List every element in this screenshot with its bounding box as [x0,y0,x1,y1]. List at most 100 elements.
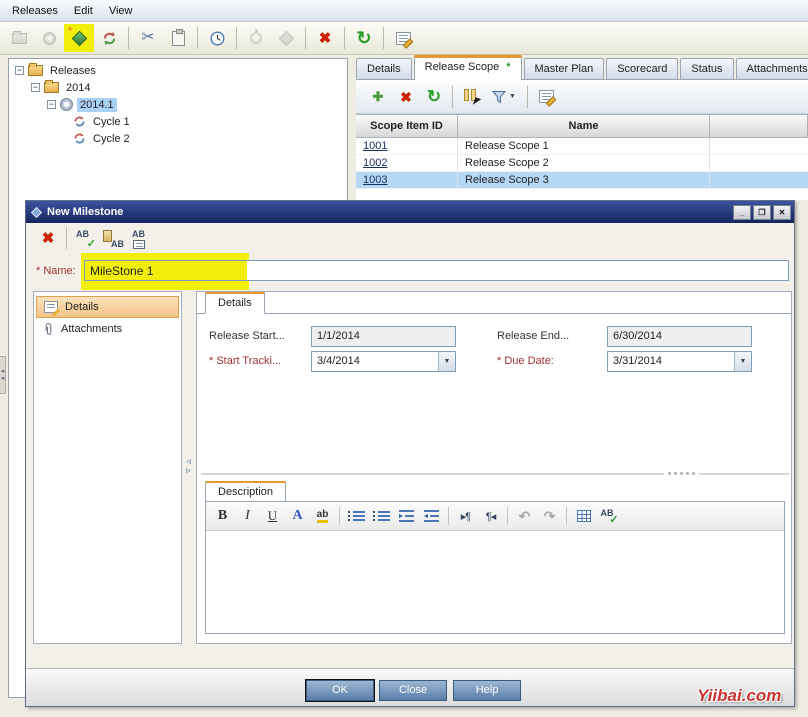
start-tracking-row: * Start Tracki... 3/4/2014 ▼ [209,350,456,372]
numbered-list-button[interactable] [369,504,394,528]
tree-label-selected: 2014.1 [77,98,117,112]
refresh-scope-button[interactable]: ↻ [420,84,448,110]
tree-item-cycle-1[interactable]: Cycle 1 [9,113,347,130]
bold-button[interactable]: B [210,504,235,528]
bullet-list-button[interactable] [344,504,369,528]
tab-status[interactable]: Status [680,58,733,79]
milestone-name-input[interactable]: MileStone 1 [84,260,789,281]
check-spelling-button[interactable]: AB✓ [71,226,99,250]
new-milestone-button[interactable]: ★ [64,24,94,52]
send-email-notes-button[interactable] [388,24,418,52]
outdent-button[interactable] [419,504,444,528]
tree-item-cycle-2[interactable]: Cycle 2 [9,130,347,147]
notes-icon [396,32,411,45]
highlight-button[interactable]: ab [310,504,335,528]
tab-details-inner[interactable]: Details [205,292,265,314]
column-header-scope-item-id[interactable]: Scope Item ID [356,115,458,137]
menu-releases[interactable]: Releases [8,2,70,20]
tree-item-releases[interactable]: − Releases [9,62,347,79]
redo-button[interactable]: ↷ [537,504,562,528]
dialog-toolbar: ✖ AB✓ AB AB [26,223,794,253]
undo-button[interactable]: ↶ [512,504,537,528]
caret-down-icon: ▼ [509,93,516,100]
expander-icon[interactable]: − [31,83,40,92]
tab-scorecard[interactable]: Scorecard [606,58,678,79]
menu-edit[interactable]: Edit [70,2,105,20]
thesaurus-button[interactable]: AB [99,226,127,250]
refresh-button[interactable]: ↻ [349,24,379,52]
spelling-options-icon: AB [130,229,152,248]
horizontal-splitter[interactable] [201,472,789,475]
table-row[interactable]: 1001 Release Scope 1 [356,138,808,155]
clear-fields-button[interactable]: ✖ [34,226,62,250]
sidebar-item-details[interactable]: Details [36,296,179,318]
dropdown-button[interactable]: ▼ [734,352,751,371]
dialog-footer: OK Close Help [26,668,794,706]
table-row-selected[interactable]: 1003 Release Scope 3 [356,172,808,189]
cut-button[interactable]: ✂ [133,24,163,52]
milestone-name-value: MileStone 1 [90,264,153,278]
bold-icon: B [218,508,227,524]
new-release-folder-button[interactable] [4,24,34,52]
right-to-left-button[interactable]: ¶◂ [478,504,503,528]
start-tracking-date-picker[interactable]: 3/4/2014 ▼ [311,351,456,372]
scope-item-id-link[interactable]: 1003 [363,174,387,186]
spell-check-button[interactable]: AB✓ [596,504,621,528]
scope-item-id-link[interactable]: 1002 [363,157,387,169]
timeline-clock-button[interactable] [202,24,232,52]
expander-icon[interactable]: − [15,66,24,75]
underline-button[interactable]: U [260,504,285,528]
sidebar-splitter-handle[interactable]: ◃ ▹ [183,449,194,483]
tab-description[interactable]: Description [205,481,286,503]
check-mark: ✓ [609,513,618,526]
help-button[interactable]: Help [453,680,521,701]
stopwatch-button[interactable] [241,24,271,52]
indent-icon [399,510,414,522]
paperclip-icon [43,322,54,337]
spelling-options-button[interactable]: AB [127,226,155,250]
scope-item-id-link[interactable]: 1001 [363,140,387,152]
filter-button[interactable]: ▼ [485,84,523,110]
description-text-area[interactable] [206,531,784,633]
insert-table-button[interactable] [571,504,596,528]
close-button[interactable]: ✕ [773,205,791,220]
font-color-button[interactable]: A [285,504,310,528]
menu-view[interactable]: View [105,2,145,20]
delete-scope-item-button[interactable]: ✖ [392,84,420,110]
ok-button[interactable]: OK [306,680,374,701]
dialog-title-bar[interactable]: New Milestone _ ❐ ✕ [26,201,794,223]
panel-splitter-handle[interactable]: ◂ ◂ [0,356,6,394]
table-row[interactable]: 1002 Release Scope 2 [356,155,808,172]
minimize-button[interactable]: _ [733,205,751,220]
toolbar-separator [507,507,508,525]
toolbar-separator [527,86,528,108]
tab-release-scope[interactable]: Release Scope* [414,55,522,80]
close-dialog-button[interactable]: Close [379,680,447,701]
add-scope-item-button[interactable]: ✚ [364,84,392,110]
splitter-grip-dots [668,472,695,475]
tab-details[interactable]: Details [356,58,412,79]
new-release-button[interactable] [34,24,64,52]
expander-icon[interactable]: − [47,100,56,109]
maximize-button[interactable]: ❐ [753,205,771,220]
select-columns-button[interactable] [457,84,485,110]
tab-master-plan[interactable]: Master Plan [524,58,605,79]
indent-button[interactable] [394,504,419,528]
paste-button[interactable] [163,24,193,52]
due-date-picker[interactable]: 3/31/2014 ▼ [607,351,752,372]
new-cycle-button[interactable] [94,24,124,52]
tab-attachments[interactable]: Attachments [736,58,808,79]
toolbar-separator [452,86,453,108]
scope-notes-button[interactable] [532,84,560,110]
left-to-right-button[interactable]: ▸¶ [453,504,478,528]
tab-label: Status [691,63,722,75]
italic-button[interactable]: I [235,504,260,528]
delete-button[interactable]: ✖ [310,24,340,52]
sidebar-item-attachments[interactable]: Attachments [36,318,179,340]
column-header-name[interactable]: Name [458,115,710,137]
milestone-gray-button[interactable] [271,24,301,52]
tree-item-2014[interactable]: − 2014 [9,79,347,96]
tree-item-2014-1[interactable]: − 2014.1 [9,96,347,113]
sidebar-item-label: Details [65,301,99,313]
dropdown-button[interactable]: ▼ [438,352,455,371]
